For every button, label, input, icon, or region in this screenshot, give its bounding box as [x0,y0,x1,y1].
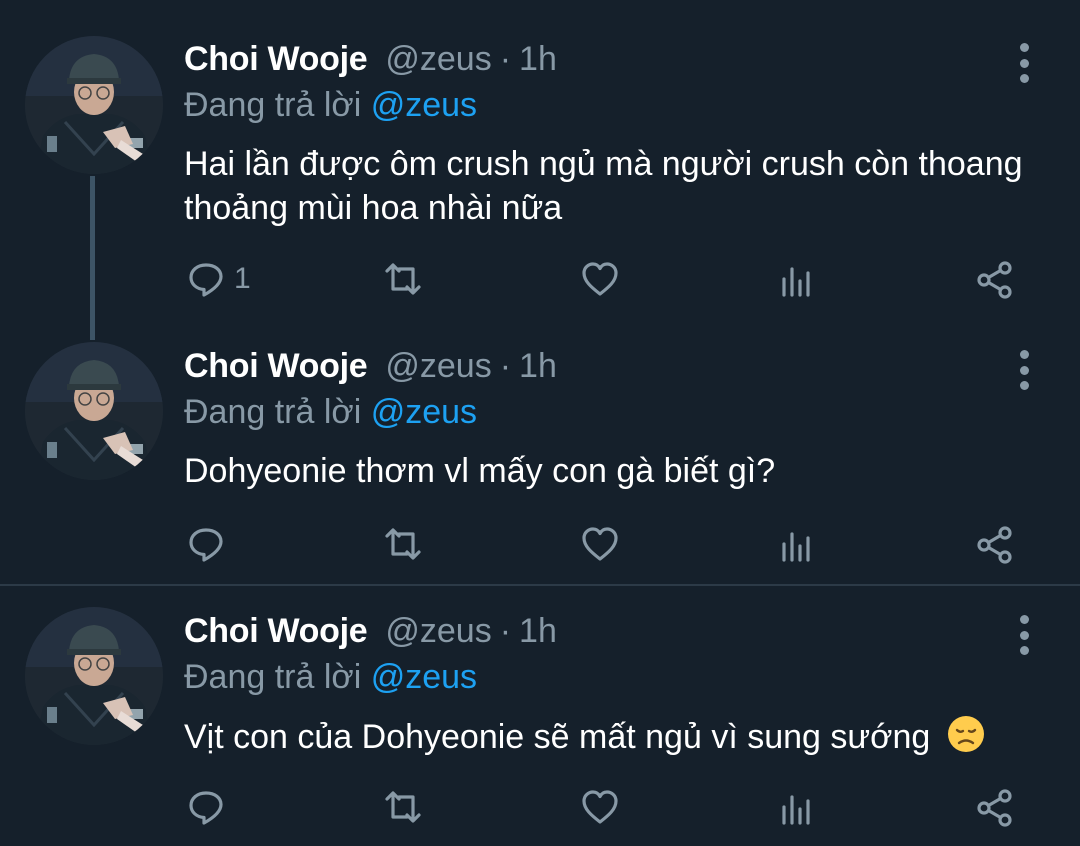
share-icon [977,526,1012,564]
reply-icon [189,791,223,825]
retweet-icon [385,791,421,823]
more-vertical-icon[interactable] [1012,615,1036,655]
analytics-button[interactable] [778,519,818,569]
author-name[interactable]: Choi Wooje [184,347,368,386]
avatar[interactable] [25,342,163,480]
replying-to-label: Đang trả lời [184,658,371,696]
tweet-header: Choi Wooje @zeus · 1h [184,612,557,656]
separator-dot: · [499,612,512,650]
replying-to: Đang trả lời @zeus [184,393,477,432]
tweet-text: Vịt con của Dohyeonie sẽ mất ngủ vì sung… [184,718,931,756]
analytics-icon [782,795,810,825]
author-handle[interactable]: @zeus [385,40,491,79]
analytics-button[interactable] [778,254,818,304]
avatar-image [25,607,163,745]
retweet-button[interactable] [383,519,423,569]
separator-dot: · [499,347,512,385]
timestamp[interactable]: 1h [519,612,557,651]
avatar[interactable] [25,36,163,174]
replying-to-label: Đang trả lời [184,86,371,124]
more-vertical-icon[interactable] [1012,350,1036,390]
tweet[interactable]: Choi Wooje @zeus · 1h Đang trả lời @zeus… [0,0,1080,340]
tweet-header: Choi Wooje @zeus · 1h [184,40,557,84]
like-button[interactable] [580,782,620,832]
retweet-button[interactable] [383,254,423,304]
tweet-text-container: Vịt con của Dohyeonie sẽ mất ngủ vì sung… [184,714,1044,759]
author-handle[interactable]: @zeus [385,347,491,386]
disappointed-face-emoji [947,716,984,752]
tweet-text: Hai lần được ôm crush ngủ mà người crush… [184,145,1023,227]
avatar-image [25,342,163,480]
timestamp[interactable]: 1h [519,40,557,79]
reply-count: 1 [234,262,251,295]
tweet-actions [0,519,1080,569]
replying-to-label: Đang trả lời [184,393,371,431]
author-name[interactable]: Choi Wooje [184,612,368,651]
like-button[interactable] [580,254,620,304]
tweet-header: Choi Wooje @zeus · 1h [184,347,557,391]
avatar-image [25,36,163,174]
avatar[interactable] [25,607,163,745]
more-vertical-icon[interactable] [1012,43,1036,83]
separator-dot: · [499,40,512,78]
timestamp[interactable]: 1h [519,347,557,386]
share-icon [977,789,1012,827]
retweet-button[interactable] [383,782,423,832]
tweet[interactable]: Choi Wooje @zeus · 1h Đang trả lời @zeus… [0,330,1080,584]
mention-link[interactable]: @zeus [371,86,477,124]
share-button[interactable] [975,782,1015,832]
like-button[interactable] [580,519,620,569]
analytics-icon [782,532,810,562]
retweet-icon [385,263,421,295]
analytics-icon [782,267,810,297]
replying-to: Đang trả lời @zeus [184,86,477,125]
share-icon [977,261,1012,299]
tweet-actions [0,782,1080,832]
tweet-text: Dohyeonie thơm vl mấy con gà biết gì? [184,452,776,490]
reply-button[interactable] [186,782,234,832]
tweet[interactable]: Choi Wooje @zeus · 1h Đang trả lời @zeus… [0,586,1080,846]
analytics-button[interactable] [778,782,818,832]
like-icon [582,790,618,824]
like-icon [582,527,618,561]
reply-button[interactable]: 1 [186,254,251,304]
reply-button[interactable] [186,519,234,569]
author-name[interactable]: Choi Wooje [184,40,368,79]
replying-to: Đang trả lời @zeus [184,658,477,697]
mention-link[interactable]: @zeus [371,393,477,431]
reply-icon [189,528,223,562]
reply-icon [189,263,223,297]
author-handle[interactable]: @zeus [385,612,491,651]
mention-link[interactable]: @zeus [371,658,477,696]
share-button[interactable] [975,519,1015,569]
share-button[interactable] [975,254,1015,304]
tweet-actions: 1 [0,254,1080,304]
like-icon [582,262,618,296]
retweet-icon [385,528,421,560]
